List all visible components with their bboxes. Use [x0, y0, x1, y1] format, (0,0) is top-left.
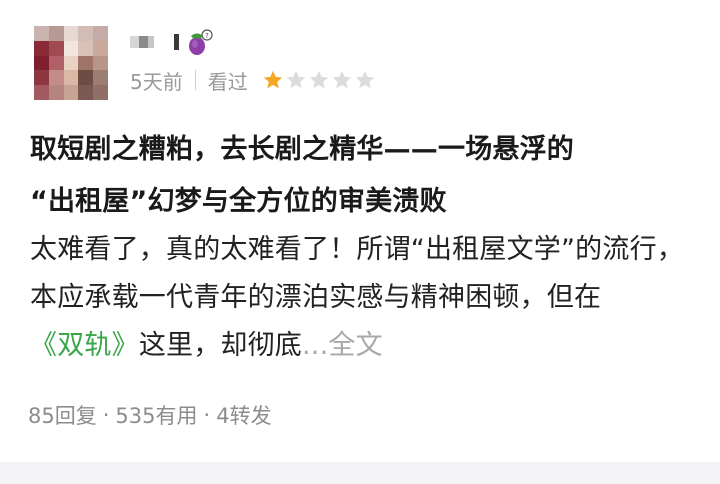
full-text-link[interactable]: 全文: [328, 330, 382, 361]
username[interactable]: [130, 32, 179, 52]
star-empty-icon: [332, 70, 351, 89]
stats-separator: ·: [102, 403, 110, 427]
review-meta: 5天前 看过: [130, 66, 376, 94]
meta-divider: [194, 70, 196, 90]
time-ago: 5天前: [130, 69, 183, 94]
star-rating: [262, 69, 376, 91]
useful-count[interactable]: 535有用: [115, 400, 197, 430]
star-empty-icon: [309, 70, 328, 89]
book-link[interactable]: 《双轨》: [30, 330, 139, 361]
excerpt-text-a: 太难看了，真的太难看了！所谓“出租屋文学”的流行，本应承载一代青年的漂泊实感与精…: [30, 234, 684, 313]
review-stats: 85回复 · 535有用 · 4转发: [28, 400, 272, 430]
avatar[interactable]: [34, 26, 108, 100]
review-card: ? 5天前 看过 取短剧之糟粕，去长剧之精华——一场悬浮的 “出租屋”幻梦与全方…: [0, 0, 720, 462]
reply-count[interactable]: 85回复: [28, 400, 97, 430]
repost-count[interactable]: 4转发: [216, 400, 271, 430]
eggplant-icon: ?: [189, 29, 213, 55]
title-line-1: 取短剧之糟粕，去长剧之精华——一场悬浮的: [30, 134, 574, 165]
star-filled-icon: [263, 70, 282, 89]
excerpt-text-b: 这里，却彻底: [138, 330, 303, 361]
excerpt-ellipsis: ...: [302, 330, 329, 361]
star-empty-icon: [355, 70, 374, 89]
seen-label: 看过: [207, 69, 248, 94]
review-title[interactable]: 取短剧之糟粕，去长剧之精华——一场悬浮的 “出租屋”幻梦与全方位的审美溃败: [30, 124, 690, 228]
svg-text:?: ?: [205, 32, 209, 40]
card-divider-strip: [0, 462, 720, 484]
title-line-2: “出租屋”幻梦与全方位的审美溃败: [30, 186, 447, 217]
review-excerpt[interactable]: 太难看了，真的太难看了！所谓“出租屋文学”的流行，本应承载一代青年的漂泊实感与精…: [30, 226, 700, 370]
star-empty-icon: [286, 70, 305, 89]
stats-separator: ·: [203, 403, 211, 427]
